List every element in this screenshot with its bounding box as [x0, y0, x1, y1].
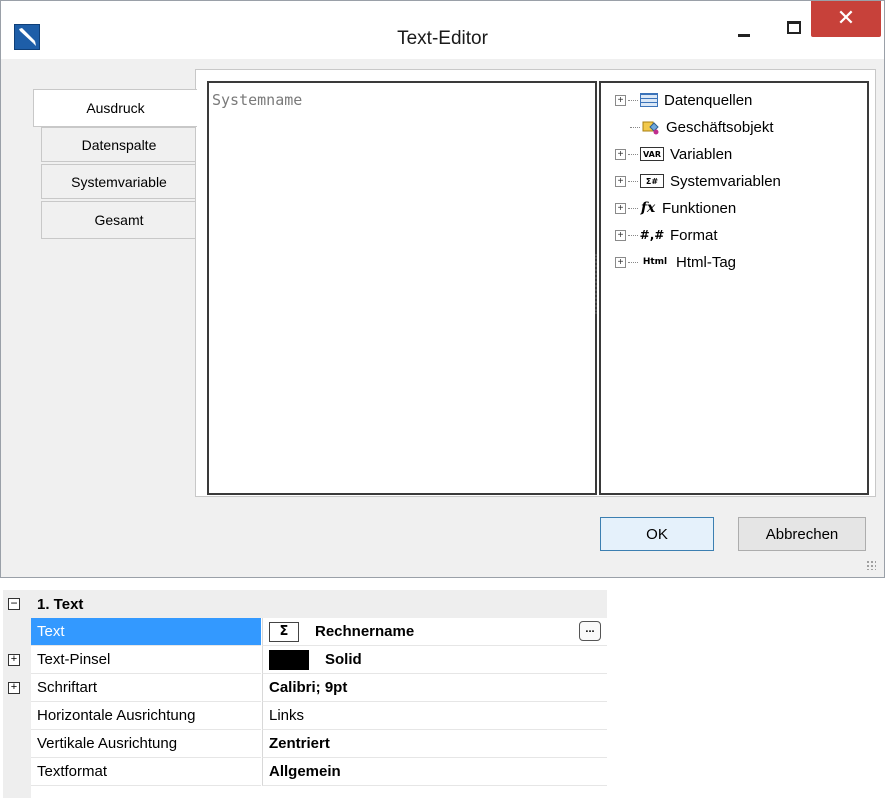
color-swatch: [269, 649, 309, 670]
tab-gesamt[interactable]: Gesamt: [41, 201, 197, 239]
property-name[interactable]: Text: [31, 618, 261, 646]
sigma-icon: Σ: [269, 621, 299, 642]
business-object-icon: [642, 119, 660, 135]
category-row-text[interactable]: − 1. Text: [3, 590, 607, 618]
function-icon: fx: [640, 200, 656, 216]
tab-datenspalte[interactable]: Datenspalte: [41, 127, 197, 162]
property-value[interactable]: Allgemein: [262, 758, 607, 786]
table-icon: [640, 93, 658, 107]
expand-icon[interactable]: +: [615, 229, 626, 241]
tree-item-label: Datenquellen: [664, 91, 753, 109]
maximize-icon: [787, 21, 801, 34]
property-row-textformat[interactable]: Textformat Allgemein: [31, 758, 607, 786]
grid-gutter: [3, 590, 31, 798]
splitter-handle[interactable]: [595, 254, 598, 314]
ok-button[interactable]: OK: [600, 517, 714, 551]
tree-item-html-tag[interactable]: + Html Html-Tag: [615, 249, 736, 275]
tree-item-datenquellen[interactable]: + Datenquellen: [615, 87, 752, 113]
expand-icon[interactable]: +: [8, 654, 20, 666]
html-icon: Html: [642, 257, 668, 267]
tree-item-funktionen[interactable]: + fx Funktionen: [615, 195, 736, 221]
property-row-text-pinsel[interactable]: Text-Pinsel Solid: [31, 646, 607, 674]
tab-label: Datenspalte: [81, 136, 157, 153]
expand-icon[interactable]: +: [615, 148, 626, 160]
tree-item-label: Html-Tag: [676, 253, 737, 271]
tab-label: Ausdruck: [86, 100, 145, 116]
system-variable-icon: Σ#: [640, 174, 664, 188]
tree-item-label: Format: [670, 226, 718, 244]
tree-item-systemvariablen[interactable]: + Σ# Systemvariablen: [615, 168, 781, 194]
dialog-body: Ausdruck Datenspalte Systemvariable Gesa…: [7, 59, 878, 572]
property-value[interactable]: Solid: [262, 646, 607, 674]
expression-editor[interactable]: Systemname: [207, 81, 597, 495]
text-editor-dialog: Text-Editor ✕ Ausdruck Datenspalte Syste…: [0, 0, 885, 578]
tree-item-label: Geschäftsobjekt: [666, 118, 774, 136]
property-row-vertikale-ausrichtung[interactable]: Vertikale Ausrichtung Zentriert: [31, 730, 607, 758]
property-name[interactable]: Horizontale Ausrichtung: [31, 702, 261, 730]
collapse-icon[interactable]: −: [8, 597, 20, 610]
property-value[interactable]: Calibri; 9pt: [262, 674, 607, 702]
tree-item-variablen[interactable]: + VAR Variablen: [615, 141, 732, 167]
category-label: 1. Text: [37, 596, 84, 613]
field-tree: + Datenquellen Geschäftsobjekt + VAR Var…: [599, 81, 869, 495]
tree-item-format[interactable]: + #,# Format: [615, 222, 718, 248]
title-bar[interactable]: Text-Editor ✕: [1, 1, 884, 59]
property-name[interactable]: Vertikale Ausrichtung: [31, 730, 261, 758]
tab-label: Gesamt: [94, 212, 144, 228]
property-value[interactable]: Σ Rechnername ...: [262, 618, 607, 646]
tree-item-geschaeftsobjekt[interactable]: Geschäftsobjekt: [628, 114, 774, 140]
tab-label: Systemvariable: [71, 173, 167, 190]
expand-icon[interactable]: +: [615, 175, 626, 187]
property-row-schriftart[interactable]: Schriftart Calibri; 9pt: [31, 674, 607, 702]
property-grid: − 1. Text Text Σ Rechnername ... + Text-…: [3, 590, 607, 798]
property-value[interactable]: Zentriert: [262, 730, 607, 758]
ellipsis-button[interactable]: ...: [579, 621, 601, 641]
tab-ausdruck[interactable]: Ausdruck: [33, 89, 197, 127]
resize-grip-icon[interactable]: [866, 560, 876, 570]
minimize-button[interactable]: [721, 11, 767, 44]
property-value-text: Rechnername: [315, 623, 415, 640]
tree-item-label: Variablen: [670, 145, 733, 163]
format-icon: #,#: [639, 228, 665, 242]
tab-systemvariable[interactable]: Systemvariable: [41, 164, 197, 199]
tree-item-label: Funktionen: [662, 199, 737, 217]
close-icon: ✕: [836, 6, 856, 31]
property-name[interactable]: Schriftart: [31, 674, 261, 702]
expand-icon[interactable]: +: [615, 256, 626, 268]
expand-icon[interactable]: +: [615, 94, 626, 106]
tree-item-label: Systemvariablen: [670, 172, 781, 190]
editor-text[interactable]: Systemname: [212, 91, 302, 109]
minimize-icon: [738, 34, 750, 37]
property-name[interactable]: Textformat: [31, 758, 261, 786]
property-name[interactable]: Text-Pinsel: [31, 646, 261, 674]
property-value[interactable]: Links: [262, 702, 607, 730]
close-button[interactable]: ✕: [811, 1, 881, 37]
var-icon: VAR: [640, 147, 664, 161]
expand-icon[interactable]: +: [8, 682, 20, 694]
property-row-text[interactable]: Text Σ Rechnername ...: [31, 618, 607, 646]
property-row-horizontale-ausrichtung[interactable]: Horizontale Ausrichtung Links: [31, 702, 607, 730]
expand-icon[interactable]: +: [615, 202, 626, 214]
property-value-text: Solid: [325, 651, 362, 668]
cancel-button[interactable]: Abbrechen: [738, 517, 866, 551]
